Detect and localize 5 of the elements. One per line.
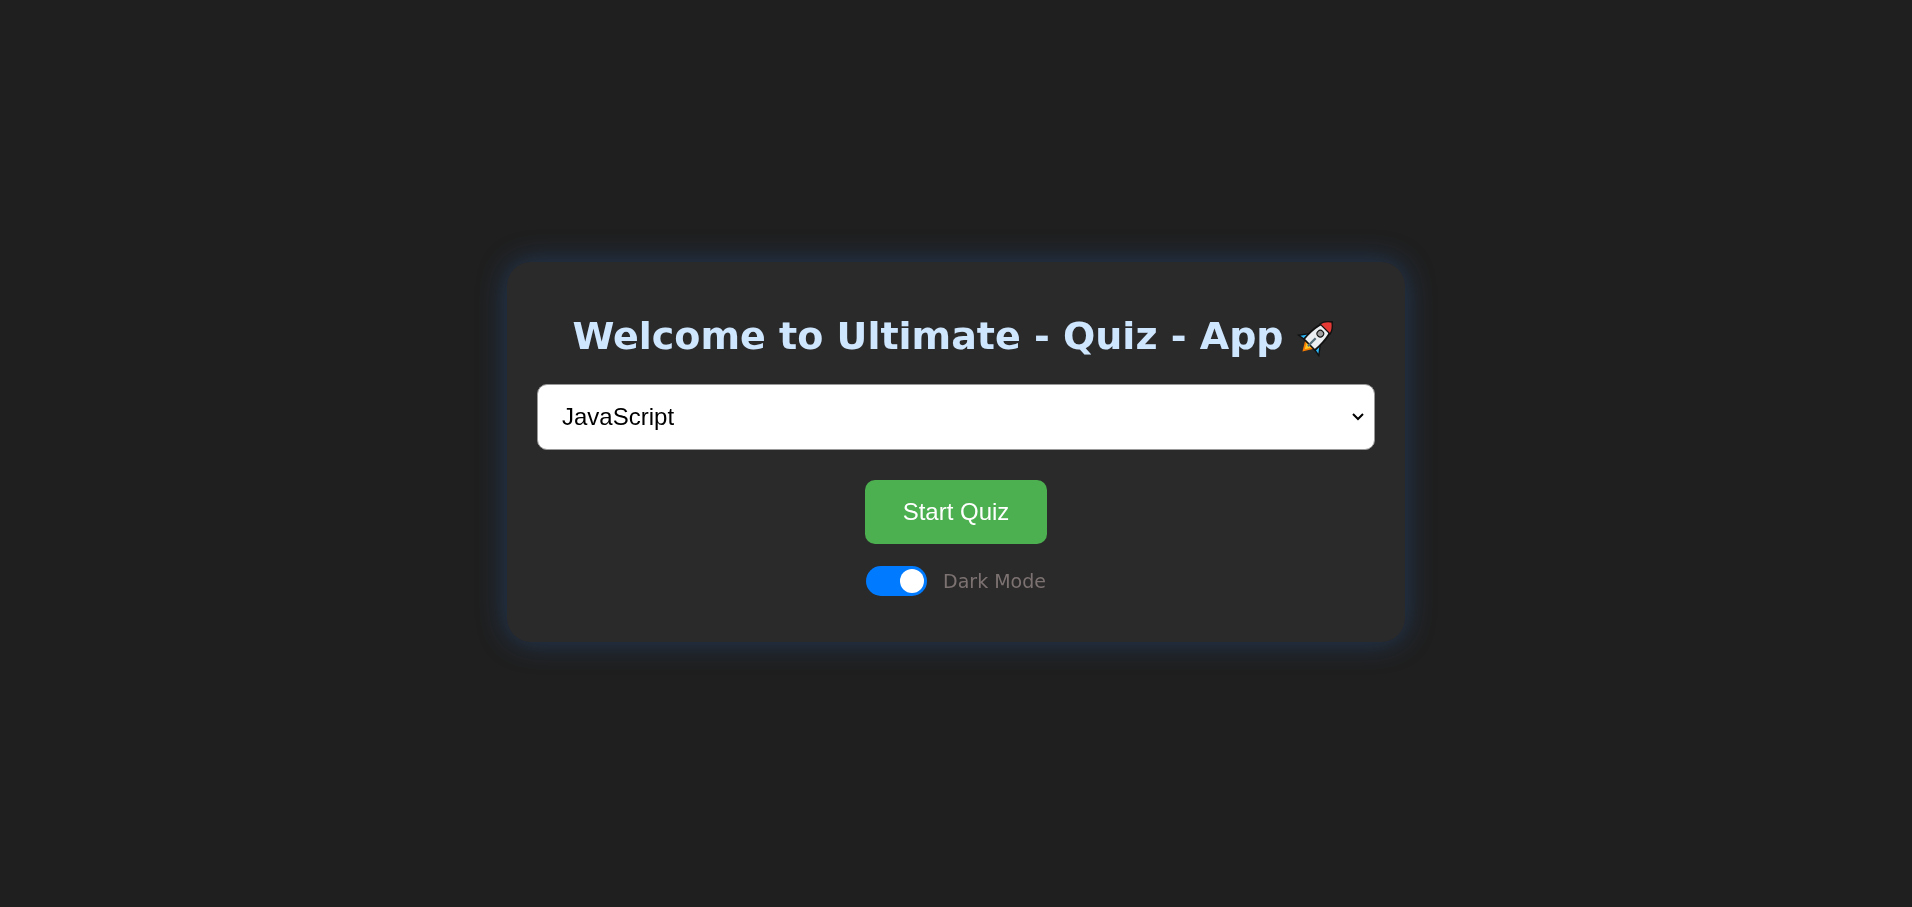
topic-select[interactable]: JavaScript [537,383,1375,450]
dark-mode-label: Dark Mode [943,569,1046,592]
chevron-down-icon [1352,412,1364,421]
welcome-title: Welcome to Ultimate - Quiz - App [572,313,1284,358]
dark-mode-toggle[interactable] [866,565,928,596]
